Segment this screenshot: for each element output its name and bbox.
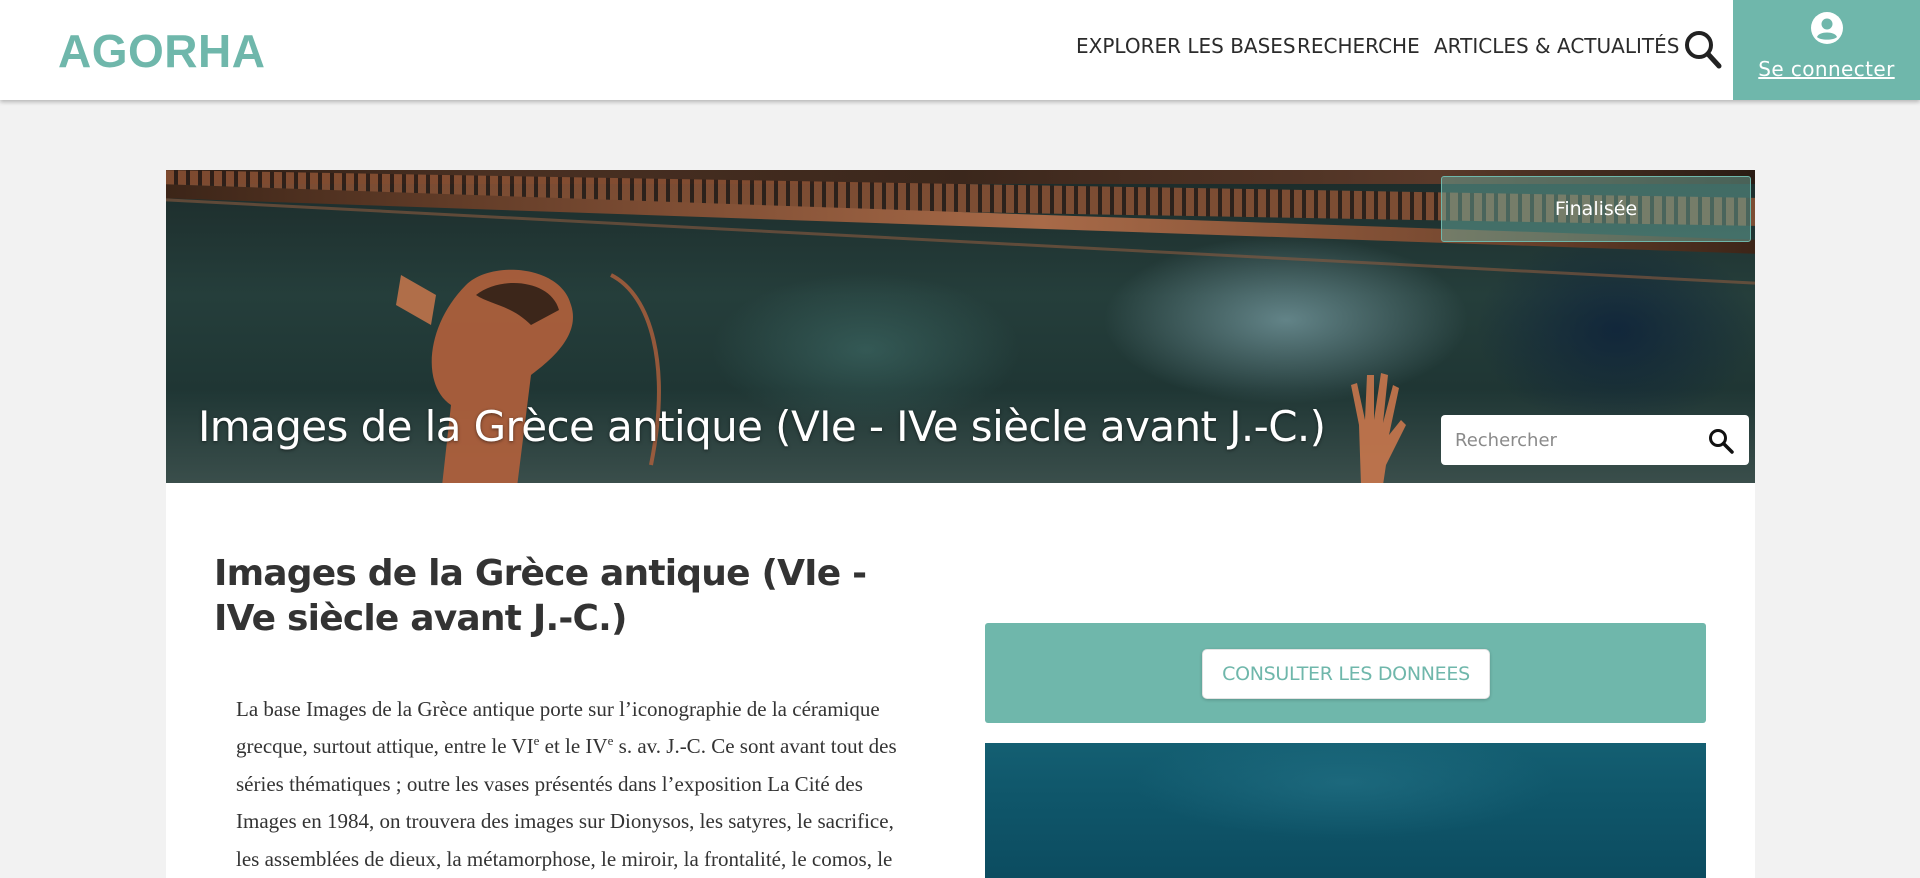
account-circle-icon	[1810, 11, 1844, 45]
nav-explorer-les-bases[interactable]: EXPLORER LES BASES	[1076, 34, 1296, 58]
description-line: les assemblées de dieux, la métamorphose…	[236, 846, 893, 871]
site-header: AGORHA EXPLORER LES BASES RECHERCHE ARTI…	[0, 0, 1920, 100]
description-line: Images en 1984, on trouvera des images s…	[236, 809, 894, 834]
search-input[interactable]	[1441, 415, 1701, 465]
search-icon[interactable]	[1683, 28, 1723, 70]
banner-hand-decor	[1351, 373, 1406, 483]
action-panel: CONSULTER LES DONNEES	[985, 623, 1706, 723]
description-text: La base Images de la Grèce antique porte…	[236, 691, 925, 878]
description-line: grecque, surtout attique, entre le VIe e…	[236, 733, 897, 759]
nav-articles-actualites[interactable]: ARTICLES & ACTUALITÉS	[1434, 34, 1679, 58]
consult-data-button[interactable]: CONSULTER LES DONNEES	[1202, 649, 1490, 699]
content-card: Images de la Grèce antique (VIe - IVe si…	[166, 483, 1755, 878]
description-line: La base Images de la Grèce antique porte…	[236, 697, 880, 721]
site-logo[interactable]: AGORHA	[58, 24, 265, 78]
login-button[interactable]: Se connecter	[1733, 0, 1920, 100]
collection-preview-image	[985, 743, 1706, 878]
banner-search	[1441, 415, 1749, 465]
page-title: Images de la Grèce antique (VIe - IVe si…	[214, 553, 867, 639]
description-line: séries thématiques ; outre les vases pré…	[236, 771, 863, 796]
status-badge: Finalisée	[1441, 176, 1751, 242]
hero-banner: Images de la Grèce antique (VIe - IVe si…	[166, 170, 1755, 483]
nav-recherche[interactable]: RECHERCHE	[1297, 34, 1420, 58]
search-icon[interactable]	[1707, 427, 1735, 455]
login-label: Se connecter	[1758, 57, 1895, 81]
banner-title: Images de la Grèce antique (VIe - IVe si…	[198, 402, 1326, 451]
